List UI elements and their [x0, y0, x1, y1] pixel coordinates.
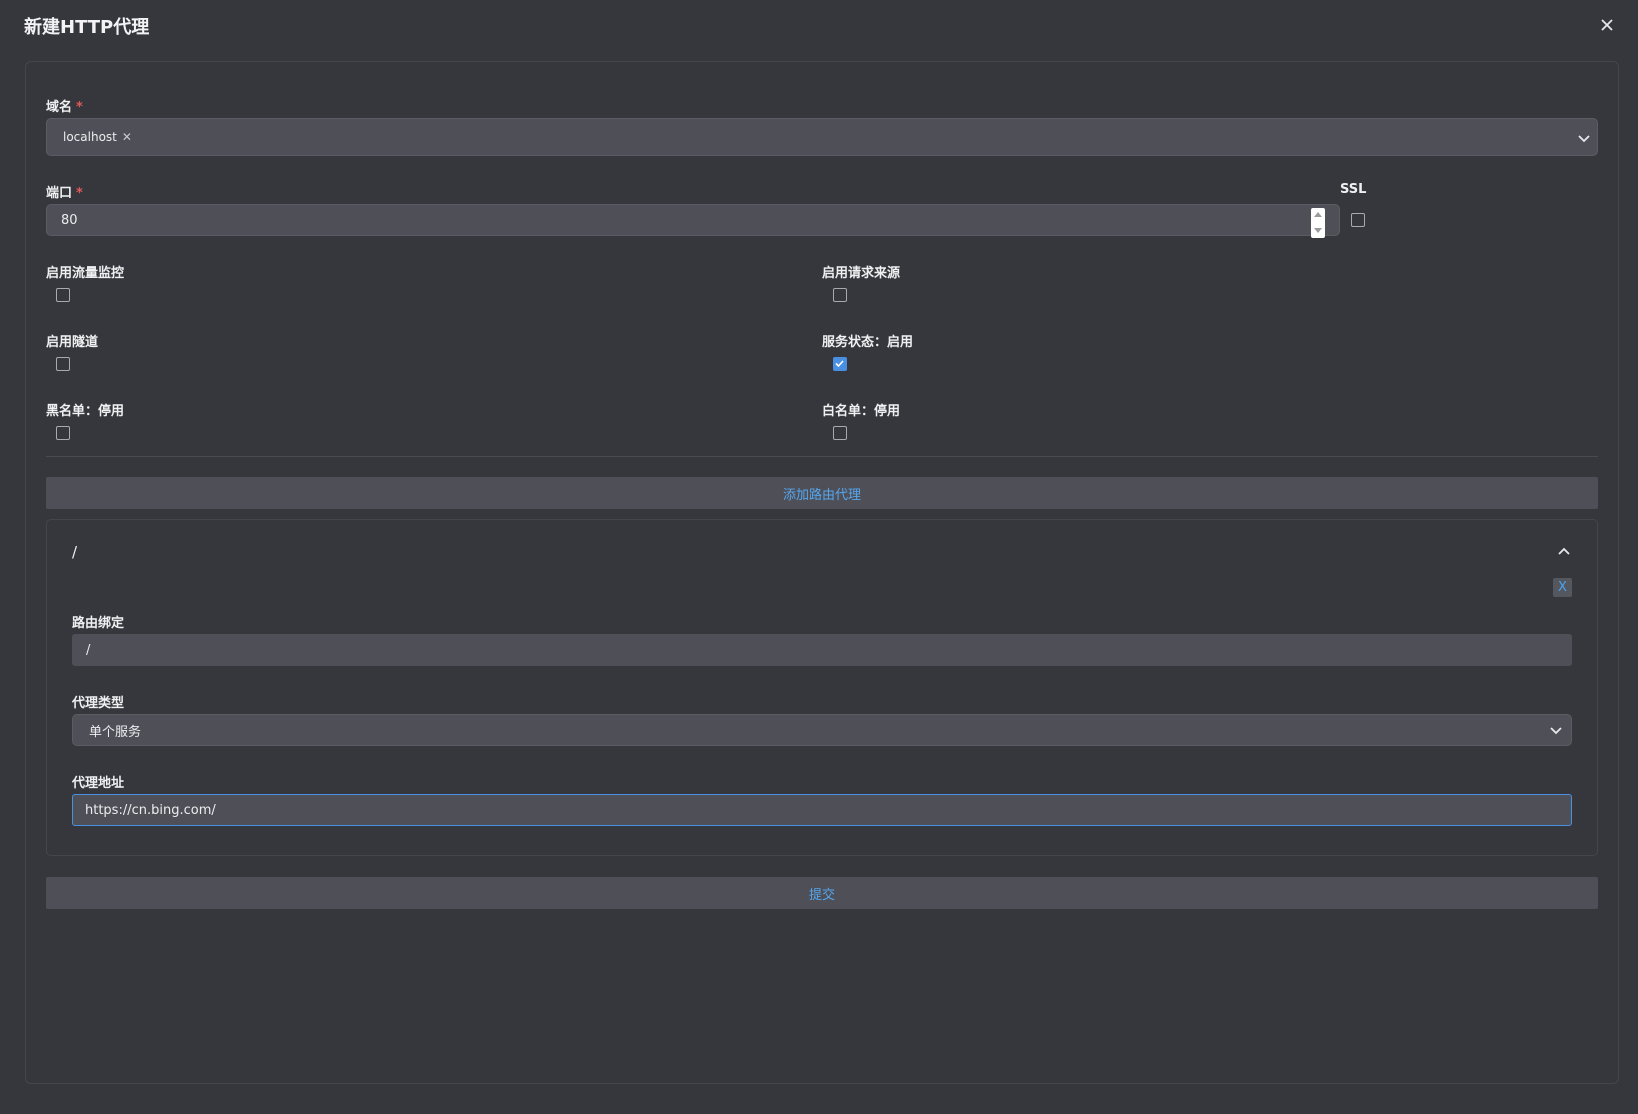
whitelist-checkbox[interactable] — [833, 426, 847, 440]
stepper-up-icon[interactable] — [1314, 212, 1322, 217]
request-source-checkbox[interactable] — [833, 288, 847, 302]
blacklist-checkbox[interactable] — [56, 426, 70, 440]
blacklist-label: 黑名单：停用 — [46, 404, 125, 419]
chevron-down-icon[interactable] — [1549, 723, 1563, 737]
traffic-monitor-checkbox[interactable] — [56, 288, 70, 302]
add-route-button[interactable]: 添加路由代理 — [46, 477, 1598, 509]
request-source-label: 启用请求来源 — [822, 266, 901, 281]
route-binding-input[interactable]: / — [72, 634, 1572, 666]
port-value: 80 — [61, 212, 78, 228]
port-label-text: 端口 — [46, 186, 73, 201]
proxy-type-value: 单个服务 — [89, 724, 142, 740]
domain-label: 域名 * — [46, 96, 83, 115]
ssl-label: SSL — [1340, 182, 1367, 197]
port-input[interactable]: 80 — [46, 204, 1340, 236]
stepper-down-icon[interactable] — [1314, 228, 1322, 233]
domain-select[interactable]: localhost ✕ — [46, 118, 1598, 156]
chevron-down-icon[interactable] — [1577, 131, 1591, 145]
service-status-label: 服务状态：启用 — [822, 335, 914, 350]
proxy-address-input[interactable]: https://cn.bing.com/ — [72, 794, 1572, 826]
submit-button[interactable]: 提交 — [46, 877, 1598, 909]
chevron-up-icon[interactable] — [1557, 545, 1571, 559]
divider — [46, 456, 1598, 457]
tunnel-label: 启用隧道 — [46, 335, 99, 350]
tag-remove-icon[interactable]: ✕ — [122, 130, 132, 144]
proxy-address-label: 代理地址 — [72, 776, 125, 791]
port-label: 端口 * — [46, 182, 83, 201]
ssl-checkbox[interactable] — [1351, 213, 1365, 227]
whitelist-label: 白名单：停用 — [822, 404, 901, 419]
route-binding-label: 路由绑定 — [72, 616, 125, 631]
proxy-type-label: 代理类型 — [72, 696, 125, 711]
route-title: / — [72, 543, 78, 561]
required-mark: * — [76, 186, 83, 201]
route-binding-value: / — [86, 642, 91, 658]
proxy-type-select[interactable]: 单个服务 — [72, 714, 1572, 746]
port-stepper[interactable] — [1311, 208, 1325, 238]
domain-tag-label: localhost — [63, 130, 117, 144]
proxy-address-value: https://cn.bing.com/ — [85, 802, 216, 818]
dialog-title: 新建HTTP代理 — [24, 17, 150, 38]
checkmark-icon — [835, 360, 844, 368]
close-button[interactable] — [1596, 14, 1618, 36]
required-mark: * — [76, 100, 83, 115]
close-icon — [1601, 19, 1613, 31]
domain-label-text: 域名 — [46, 100, 73, 115]
remove-route-button[interactable]: X — [1553, 578, 1572, 597]
traffic-monitor-label: 启用流量监控 — [46, 266, 125, 281]
tunnel-checkbox[interactable] — [56, 357, 70, 371]
service-status-checkbox[interactable] — [833, 357, 847, 371]
domain-tag: localhost ✕ — [57, 127, 138, 147]
